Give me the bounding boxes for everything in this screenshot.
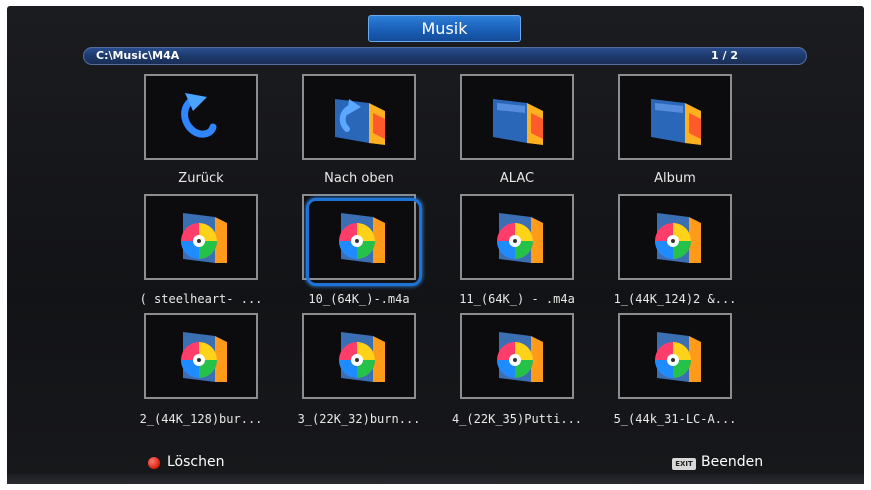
music-file-icon: [655, 332, 701, 382]
music-file-icon: [655, 213, 701, 263]
tile-label: 2_(44K_128)bur...: [139, 412, 263, 426]
path-bar: C:\Music\M4A 1 / 2: [83, 47, 807, 65]
tile-music-file[interactable]: [618, 194, 732, 280]
tile-music-file[interactable]: [618, 313, 732, 399]
tile-label: 4_(22K_35)Putti...: [451, 412, 583, 426]
music-file-icon: [497, 332, 543, 382]
bottom-strip: [7, 474, 864, 484]
folder-up-icon: [335, 99, 385, 145]
current-path: C:\Music\M4A: [96, 49, 180, 62]
tile-label: 11_(64K_) - .m4a: [459, 292, 575, 306]
tile-music-file[interactable]: [144, 313, 258, 399]
tile-label: Nach oben: [324, 171, 394, 186]
tile-label: 5_(44k_31-LC-A...: [613, 412, 737, 426]
page-title: Musik: [368, 15, 521, 42]
tile-label: Zurück: [178, 171, 224, 186]
tile-music-file[interactable]: [460, 194, 574, 280]
folder-icon: [493, 99, 543, 145]
exit-button[interactable]: Beenden: [701, 454, 763, 470]
back-arrow-icon: [181, 93, 217, 138]
tile-back[interactable]: [144, 74, 258, 160]
music-file-icon: [181, 332, 227, 382]
music-file-icon: [339, 332, 385, 382]
media-browser-screen: Musik C:\Music\M4A 1 / 2 Zurück Nach obe…: [7, 6, 864, 484]
tile-label: 10_(64K_)-.m4a: [308, 292, 410, 306]
tile-music-file[interactable]: [460, 313, 574, 399]
tile-music-file[interactable]: [144, 194, 258, 280]
page-indicator: 1 / 2: [711, 49, 738, 62]
tile-label: 1_(44K_124)2 &...: [613, 292, 737, 306]
red-button-icon: [148, 457, 160, 469]
delete-button[interactable]: Löschen: [167, 454, 224, 470]
music-file-icon: [497, 213, 543, 263]
tile-label: 3_(22K_32)burn...: [297, 412, 421, 426]
music-file-icon: [181, 213, 227, 263]
tile-label: ( steelheart- ...: [139, 292, 263, 306]
tile-folder-alac[interactable]: [460, 74, 574, 160]
exit-key-icon: EXIT: [672, 458, 696, 470]
tile-label: ALAC: [499, 171, 535, 186]
tile-label: Album: [654, 171, 696, 186]
selection-highlight: [306, 198, 422, 286]
tile-music-file[interactable]: [302, 313, 416, 399]
tile-folder-album[interactable]: [618, 74, 732, 160]
tile-folder-up[interactable]: [302, 74, 416, 160]
folder-icon: [651, 99, 701, 145]
